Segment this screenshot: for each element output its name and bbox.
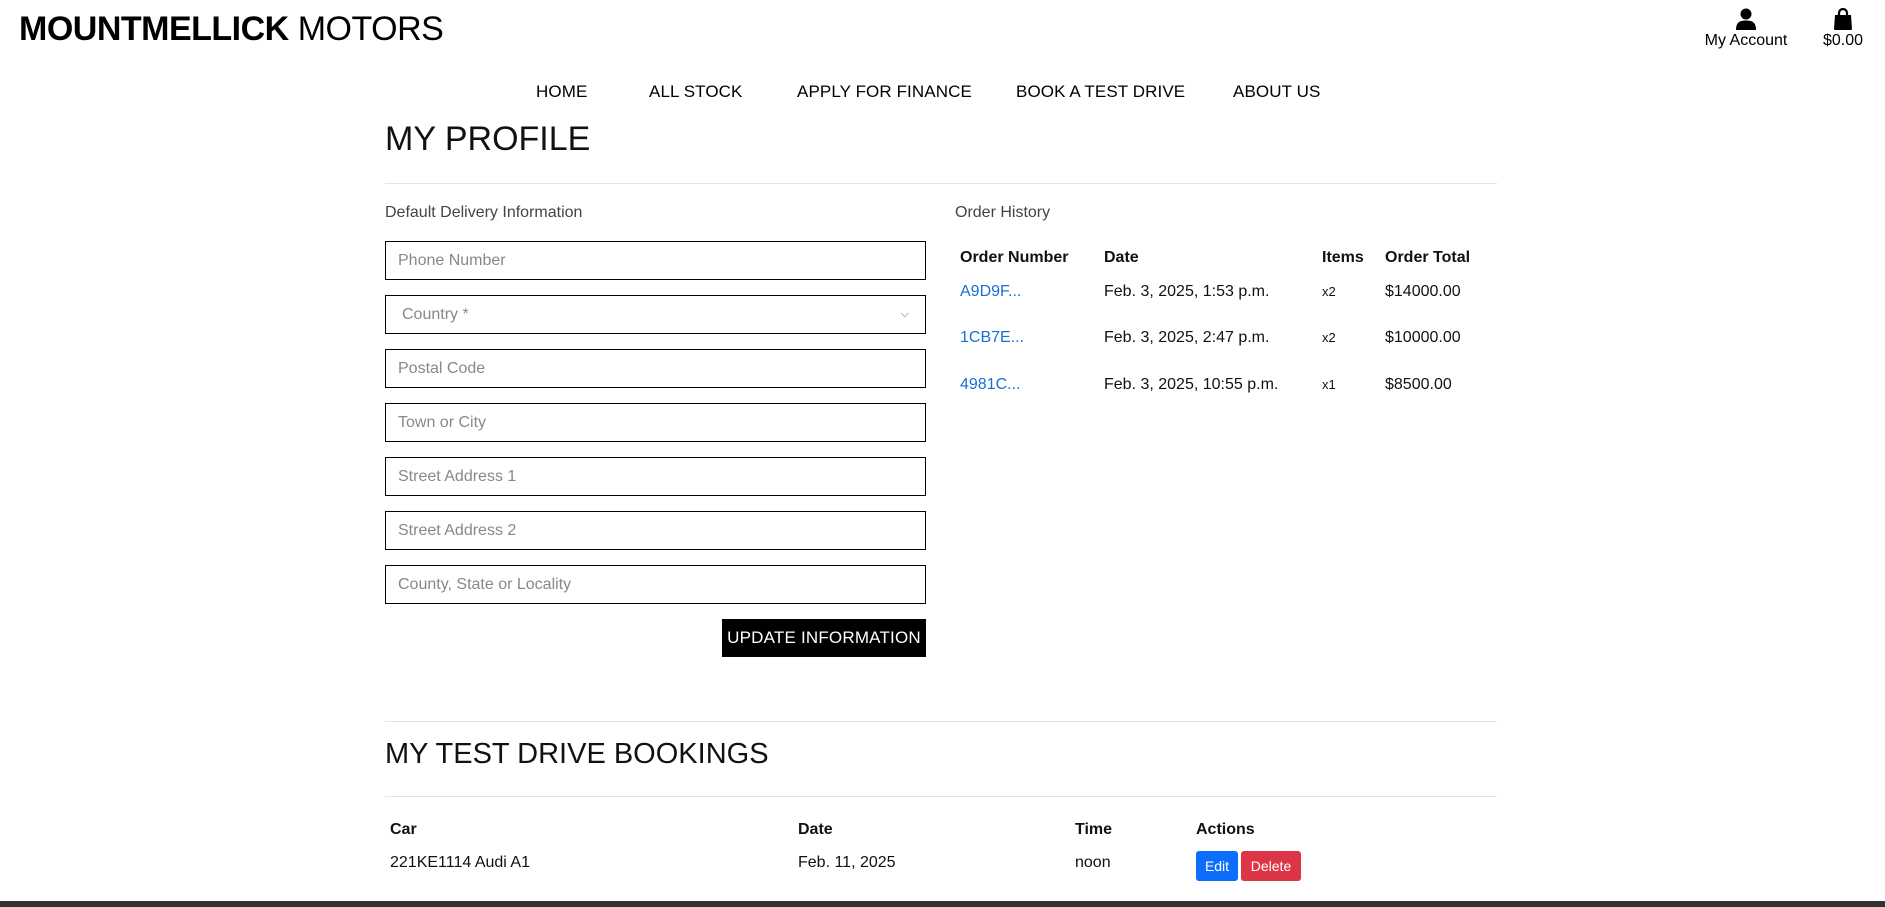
county-field[interactable] xyxy=(385,565,926,604)
street-address-2-field[interactable] xyxy=(385,511,926,550)
booking-time-header: Time xyxy=(1075,821,1113,838)
nav-about-us[interactable]: ABOUT US xyxy=(1233,82,1320,102)
order-date: Feb. 3, 2025, 2:47 p.m. xyxy=(1104,329,1270,346)
nav-book-test-drive[interactable]: BOOK A TEST DRIVE xyxy=(1016,82,1185,102)
town-field[interactable] xyxy=(385,403,926,442)
order-date: Feb. 3, 2025, 10:55 p.m. xyxy=(1104,376,1279,393)
order-history-label: Order History xyxy=(955,204,1051,221)
divider xyxy=(385,796,1497,797)
country-select-value: Country * xyxy=(402,305,469,323)
postal-code-input[interactable] xyxy=(398,359,913,378)
bag-total: $0.00 xyxy=(1822,32,1864,49)
main-nav: HOME ALL STOCK APPLY FOR FINANCE BOOK A … xyxy=(0,82,1885,104)
order-items: x1 xyxy=(1322,377,1336,392)
my-account-link[interactable]: My Account xyxy=(1701,8,1791,50)
booking-date: Feb. 11, 2025 xyxy=(798,854,896,871)
order-date: Feb. 3, 2025, 1:53 p.m. xyxy=(1104,283,1270,300)
delete-booking-button[interactable]: Delete xyxy=(1241,851,1301,881)
user-icon xyxy=(1736,8,1756,30)
order-date-header: Date xyxy=(1104,249,1139,266)
booking-time: noon xyxy=(1075,854,1111,871)
order-number-link[interactable]: A9D9F... xyxy=(960,283,1021,301)
town-input[interactable] xyxy=(398,413,913,432)
order-items: x2 xyxy=(1322,330,1336,345)
my-account-label: My Account xyxy=(1704,32,1788,49)
order-total-header: Order Total xyxy=(1385,249,1471,266)
order-items: x2 xyxy=(1322,284,1336,299)
logo-bold-text: MOUNTMELLICK xyxy=(19,10,289,48)
order-total: $14000.00 xyxy=(1385,283,1461,300)
footer-bar xyxy=(0,901,1885,907)
order-number-link[interactable]: 1CB7E... xyxy=(960,329,1024,347)
order-number-link[interactable]: 4981C... xyxy=(960,376,1020,394)
nav-all-stock[interactable]: ALL STOCK xyxy=(649,82,743,102)
bookings-title: MY TEST DRIVE BOOKINGS xyxy=(385,738,769,770)
street-address-1-field[interactable] xyxy=(385,457,926,496)
county-input[interactable] xyxy=(398,575,913,594)
order-items-header: Items xyxy=(1322,249,1364,266)
booking-actions-header: Actions xyxy=(1196,821,1255,838)
phone-field[interactable] xyxy=(385,241,926,280)
edit-booking-button[interactable]: Edit xyxy=(1196,851,1238,881)
divider xyxy=(385,183,1497,184)
street-address-2-input[interactable] xyxy=(398,521,913,540)
booking-date-header: Date xyxy=(798,821,833,838)
booking-car-header: Car xyxy=(390,821,417,838)
phone-input[interactable] xyxy=(398,251,913,270)
chevron-down-icon: ⌵ xyxy=(900,308,909,320)
street-address-1-input[interactable] xyxy=(398,467,913,486)
delivery-info-label: Default Delivery Information xyxy=(385,204,583,221)
logo-rest-text: MOTORS xyxy=(288,10,444,48)
order-total: $10000.00 xyxy=(1385,329,1461,346)
shopping-bag-link[interactable]: $0.00 xyxy=(1813,8,1873,50)
postal-code-field[interactable] xyxy=(385,349,926,388)
order-number-header: Order Number xyxy=(960,249,1069,266)
nav-apply-finance[interactable]: APPLY FOR FINANCE xyxy=(797,82,972,102)
update-information-button[interactable]: UPDATE INFORMATION xyxy=(722,619,926,657)
order-total: $8500.00 xyxy=(1385,376,1452,393)
nav-home[interactable]: HOME xyxy=(536,82,587,102)
divider xyxy=(385,721,1497,722)
page-title: MY PROFILE xyxy=(385,120,591,158)
site-logo[interactable]: MOUNTMELLICK MOTORS xyxy=(19,10,444,49)
booking-car: 221KE1114 Audi A1 xyxy=(390,854,530,871)
shopping-bag-icon xyxy=(1834,8,1852,30)
country-select[interactable]: Country * ⌵ xyxy=(385,295,926,334)
